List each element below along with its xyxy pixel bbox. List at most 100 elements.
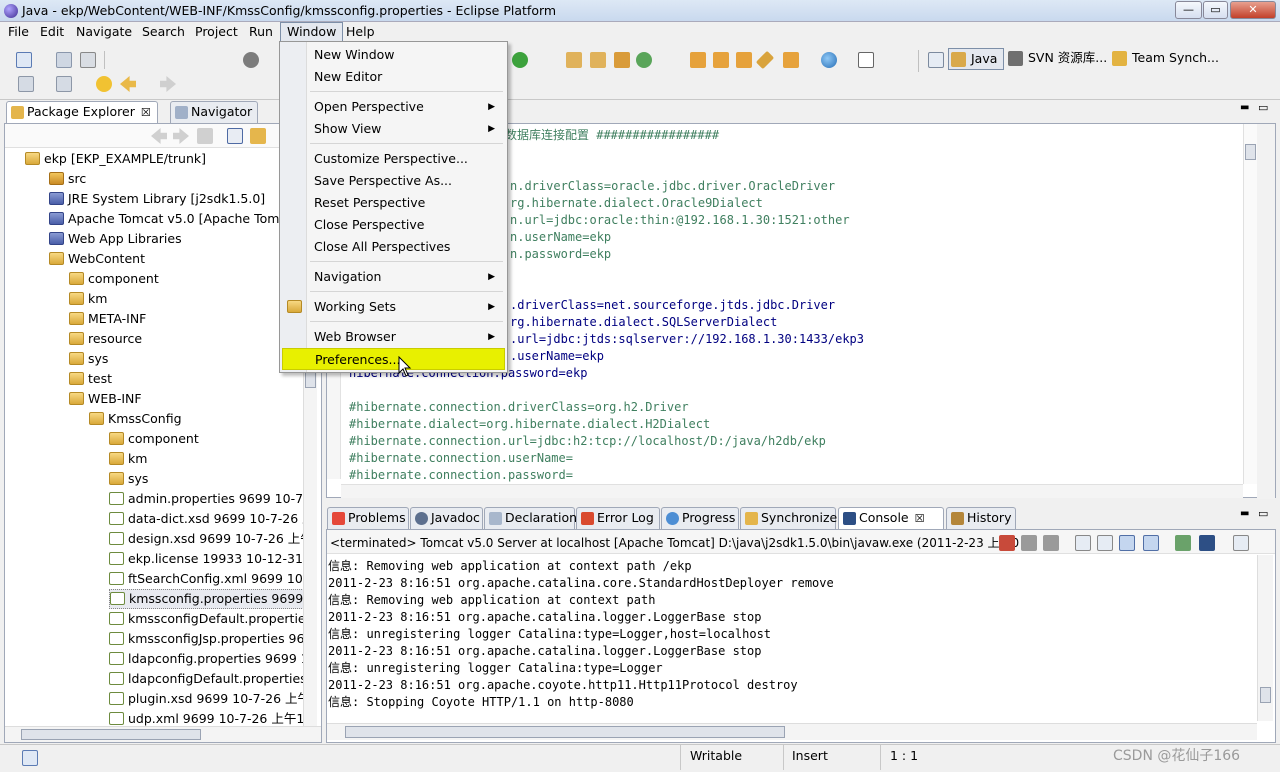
menu-item[interactable]: Customize Perspective... bbox=[282, 148, 505, 170]
explorer-up-icon[interactable] bbox=[197, 128, 213, 144]
tree-item[interactable]: component bbox=[109, 429, 199, 449]
new-ejb-icon[interactable] bbox=[783, 52, 799, 68]
close-button[interactable]: ✕ bbox=[1230, 1, 1276, 19]
console-minimize-icon[interactable]: ▬ bbox=[1240, 508, 1249, 519]
perspective-java[interactable]: Java bbox=[948, 48, 1005, 70]
console-scroll-thumb[interactable] bbox=[1260, 687, 1271, 703]
tree-item[interactable]: ldapconfigDefault.properties 9 bbox=[109, 669, 303, 689]
display-console-icon[interactable] bbox=[1199, 535, 1215, 551]
explorer-forward-icon[interactable] bbox=[173, 128, 189, 144]
clear-console-icon[interactable] bbox=[1075, 535, 1091, 551]
close-tab-icon[interactable]: ☒ bbox=[141, 106, 151, 119]
menu-item[interactable]: Preferences... bbox=[282, 348, 505, 370]
code-line[interactable]: #hibernate.connection.password= bbox=[349, 467, 573, 484]
new-servlet-icon[interactable] bbox=[690, 52, 706, 68]
code-line[interactable]: .url=jdbc:jtds:sqlserver://192.168.1.30:… bbox=[510, 331, 864, 348]
tree-item[interactable]: Web App Libraries bbox=[49, 229, 182, 249]
menu-item[interactable]: Open Perspective ▶ bbox=[282, 96, 505, 118]
print-icon[interactable] bbox=[80, 52, 96, 68]
pin-console-icon[interactable] bbox=[1175, 535, 1191, 551]
tree-item[interactable]: WEB-INF bbox=[69, 389, 142, 409]
menu-item[interactable]: New Editor bbox=[282, 66, 505, 88]
fast-view-icon[interactable] bbox=[22, 750, 38, 766]
menu-help[interactable]: Help bbox=[340, 22, 381, 42]
menu-edit[interactable]: Edit bbox=[34, 22, 70, 42]
tree-item[interactable]: META-INF bbox=[69, 309, 146, 329]
perspective-svn[interactable]: SVN 资源库... bbox=[1006, 48, 1107, 70]
last-edit-icon[interactable] bbox=[96, 76, 112, 92]
tree-item[interactable]: test bbox=[69, 369, 112, 389]
tree-item[interactable]: ekp [EKP_EXAMPLE/trunk] bbox=[25, 149, 206, 169]
new-listener-icon[interactable] bbox=[736, 52, 752, 68]
remove-all-icon[interactable] bbox=[1043, 535, 1059, 551]
perspective-team-sync[interactable]: Team Synch... bbox=[1110, 48, 1219, 70]
menu-item[interactable]: Working Sets ▶ bbox=[282, 296, 505, 318]
run-icon[interactable] bbox=[512, 52, 528, 68]
tree-item[interactable]: km bbox=[69, 289, 107, 309]
menu-window[interactable]: Window bbox=[280, 22, 344, 42]
remove-launch-icon[interactable] bbox=[1021, 535, 1037, 551]
explorer-hscroll-thumb[interactable] bbox=[21, 729, 201, 740]
scroll-lock-icon[interactable] bbox=[1097, 535, 1113, 551]
code-line[interactable]: n.url=jdbc:oracle:thin:@192.168.1.30:152… bbox=[510, 212, 850, 229]
menu-item[interactable]: Show View ▶ bbox=[282, 118, 505, 140]
globe-icon[interactable] bbox=[821, 52, 837, 68]
console-vertical-scrollbar[interactable] bbox=[1257, 555, 1273, 721]
menu-item[interactable]: New Window bbox=[282, 44, 505, 66]
show-stderr-icon[interactable] bbox=[1143, 535, 1159, 551]
tree-item[interactable]: JRE System Library [j2sdk1.5.0] bbox=[49, 189, 265, 209]
save-icon[interactable] bbox=[56, 52, 72, 68]
editor-horizontal-scrollbar[interactable] bbox=[341, 484, 1243, 498]
code-line[interactable]: .driverClass=net.sourceforge.jtds.jdbc.D… bbox=[510, 297, 835, 314]
new-icon[interactable] bbox=[16, 52, 32, 68]
menu-item[interactable]: Navigation ▶ bbox=[282, 266, 505, 288]
editor-minimize-icon[interactable]: ▬ bbox=[1240, 102, 1249, 113]
tree-item[interactable]: ekp.license 19933 10-12-31 上 bbox=[109, 549, 303, 569]
tab-synchronize[interactable]: Synchronize bbox=[740, 507, 837, 529]
tree-item[interactable]: component bbox=[69, 269, 159, 289]
explorer-back-icon[interactable] bbox=[151, 128, 167, 144]
menu-project[interactable]: Project bbox=[189, 22, 244, 42]
open-console-icon[interactable] bbox=[858, 52, 874, 68]
terminate-icon[interactable] bbox=[999, 535, 1015, 551]
open-perspective-icon[interactable] bbox=[928, 52, 944, 68]
forward-icon[interactable] bbox=[160, 76, 176, 92]
new-bean-icon[interactable] bbox=[755, 50, 775, 70]
tree-item[interactable]: kmssconfigJsp.properties 9699 bbox=[109, 629, 303, 649]
back-icon[interactable] bbox=[120, 76, 136, 92]
tree-item[interactable]: km bbox=[109, 449, 147, 469]
editor-maximize-icon[interactable]: ▭ bbox=[1258, 101, 1268, 114]
tab-progress[interactable]: Progress bbox=[661, 507, 739, 529]
tree-item[interactable]: Apache Tomcat v5.0 [Apache Tomca bbox=[49, 209, 294, 229]
code-line[interactable]: #hibernate.dialect=org.hibernate.dialect… bbox=[349, 416, 710, 433]
minimize-button[interactable]: — bbox=[1175, 1, 1202, 19]
editor-vertical-scrollbar[interactable] bbox=[1243, 124, 1257, 484]
tab-javadoc[interactable]: Javadoc bbox=[410, 507, 483, 529]
link-with-editor-icon[interactable] bbox=[250, 128, 266, 144]
menu-run[interactable]: Run bbox=[243, 22, 279, 42]
code-line[interactable]: rg.hibernate.dialect.Oracle9Dialect bbox=[510, 195, 763, 212]
tree-item[interactable]: udp.xml 9699 10-7-26 上午10: bbox=[109, 709, 303, 726]
tab-error-log[interactable]: Error Log bbox=[576, 507, 660, 529]
code-line[interactable]: #hibernate.connection.userName= bbox=[349, 450, 573, 467]
tree-item[interactable]: admin.properties 9699 10-7-2 bbox=[109, 489, 303, 509]
tree-item[interactable]: ftSearchConfig.xml 9699 10-7- bbox=[109, 569, 303, 589]
menu-navigate[interactable]: Navigate bbox=[70, 22, 138, 42]
tree-item[interactable]: ldapconfig.properties 9699 10 bbox=[109, 649, 303, 669]
tree-item[interactable]: WebContent bbox=[49, 249, 145, 269]
tree-item[interactable]: sys bbox=[109, 469, 148, 489]
show-stdout-icon[interactable] bbox=[1119, 535, 1135, 551]
collapse-all-icon[interactable] bbox=[227, 128, 243, 144]
tab-package-explorer[interactable]: Package Explorer ☒ bbox=[6, 101, 158, 123]
code-line[interactable]: rg.hibernate.dialect.SQLServerDialect bbox=[510, 314, 777, 331]
maximize-button[interactable]: ▭ bbox=[1203, 1, 1228, 19]
code-line[interactable]: .userName=ekp bbox=[510, 348, 604, 365]
console-horizontal-scrollbar[interactable] bbox=[327, 723, 1257, 740]
tree-item[interactable]: KmssConfig bbox=[89, 409, 182, 429]
tree-item[interactable]: design.xsd 9699 10-7-26 上午 bbox=[109, 529, 303, 549]
code-line[interactable]: #hibernate.connection.driverClass=org.h2… bbox=[349, 399, 689, 416]
code-line[interactable]: n.driverClass=oracle.jdbc.driver.OracleD… bbox=[510, 178, 835, 195]
menu-file[interactable]: File bbox=[2, 22, 35, 42]
tree-item[interactable]: plugin.xsd 9699 10-7-26 上午1 bbox=[109, 689, 303, 709]
explorer-horizontal-scrollbar[interactable] bbox=[5, 726, 321, 742]
